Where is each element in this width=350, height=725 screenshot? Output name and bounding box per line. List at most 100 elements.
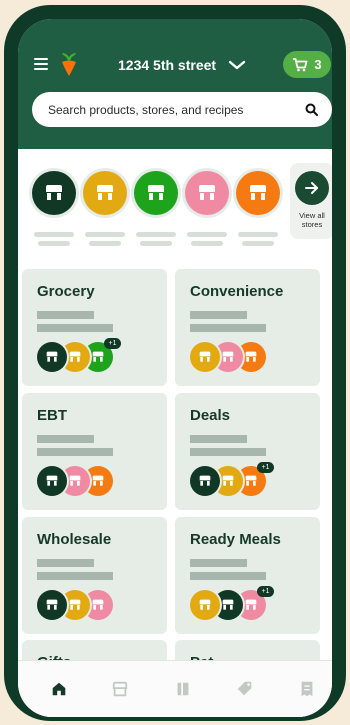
storefront-icon (245, 599, 257, 610)
cart-button[interactable]: 3 (283, 51, 331, 78)
menu-icon[interactable] (34, 58, 48, 70)
text-placeholder (190, 572, 266, 580)
text-placeholder (37, 559, 94, 567)
home-icon (52, 682, 66, 696)
category-title: EBT (37, 407, 67, 424)
text-placeholder (37, 324, 113, 332)
store-avatar[interactable] (32, 171, 76, 215)
store-avatar (37, 590, 67, 620)
storefront-icon (148, 185, 164, 200)
storefront-icon (222, 475, 234, 486)
text-placeholder (37, 448, 113, 456)
store-name-placeholder (187, 232, 227, 237)
store-eta-placeholder (38, 241, 70, 246)
store-avatar[interactable] (83, 171, 127, 215)
storefront-icon (46, 475, 58, 486)
store-name-placeholder (136, 232, 176, 237)
category-title: Deals (190, 407, 231, 424)
store-eta-placeholder (89, 241, 121, 246)
storefront-icon (199, 475, 211, 486)
carrot-logo-icon (58, 51, 80, 77)
store-avatar (190, 342, 220, 372)
cart-icon (293, 57, 308, 71)
storefront-icon (69, 599, 81, 610)
store-avatar (190, 590, 220, 620)
bottom-tab-bar (18, 660, 332, 717)
cart-count: 3 (314, 57, 322, 72)
header: 1234 5th street 3 Search products, store… (18, 19, 332, 149)
category-title: Wholesale (37, 531, 112, 548)
search-icon[interactable] (305, 103, 318, 116)
storefront-icon (245, 351, 257, 362)
view-all-stores-label: View all stores (299, 211, 325, 229)
more-stores-badge: +1 (257, 462, 274, 473)
storefront-icon (199, 185, 215, 200)
storefront-icon (46, 351, 58, 362)
tab-stores[interactable] (110, 679, 130, 699)
storefront-icon (69, 475, 81, 486)
text-placeholder (37, 311, 94, 319)
store-eta-placeholder (191, 241, 223, 246)
store-name-placeholder (85, 232, 125, 237)
category-card[interactable]: Deals +1 (175, 393, 320, 510)
search-placeholder: Search products, stores, and recipes (48, 102, 244, 117)
tab-home[interactable] (49, 679, 69, 699)
more-stores-badge: +1 (257, 586, 274, 597)
arrow-right-icon (305, 182, 318, 194)
category-grid: Grocery +1 Convenience EBT Deals +1 Wholesale R… (18, 249, 332, 717)
storefront-icon (97, 185, 113, 200)
tab-deals-tag[interactable] (235, 679, 255, 699)
store-avatar[interactable] (185, 171, 229, 215)
category-card[interactable]: Convenience (175, 269, 320, 386)
storefront-icon (46, 185, 62, 200)
view-all-stores-button[interactable]: View all stores (290, 163, 332, 239)
text-placeholder (190, 435, 247, 443)
tab-recipes-book[interactable] (173, 679, 193, 699)
storefront-icon (69, 351, 81, 362)
storefront-icon (92, 599, 104, 610)
store-avatar (190, 466, 220, 496)
storefront-icon (222, 351, 234, 362)
storefront-icon (199, 351, 211, 362)
text-placeholder (190, 324, 266, 332)
category-title: Ready Meals (190, 531, 281, 548)
orders-receipt-icon (301, 681, 313, 697)
phone-frame: 1234 5th street 3 Search products, store… (4, 5, 346, 721)
storefront-icon (92, 351, 104, 362)
store-name-placeholder (34, 232, 74, 237)
stores-icon (112, 681, 128, 697)
category-card[interactable]: Grocery +1 (22, 269, 167, 386)
app-screen: 1234 5th street 3 Search products, store… (18, 19, 332, 717)
tab-orders-receipt[interactable] (297, 679, 317, 699)
store-avatar[interactable] (134, 171, 178, 215)
storefront-icon (222, 599, 234, 610)
category-card[interactable]: Wholesale (22, 517, 167, 634)
storefront-icon (250, 185, 266, 200)
store-avatar (37, 342, 67, 372)
storefront-icon (92, 475, 104, 486)
text-placeholder (190, 559, 247, 567)
category-card[interactable]: Ready Meals +1 (175, 517, 320, 634)
address-label[interactable]: 1234 5th street (118, 57, 216, 73)
store-eta-placeholder (242, 241, 274, 246)
text-placeholder (37, 435, 94, 443)
text-placeholder (37, 572, 113, 580)
text-placeholder (190, 311, 247, 319)
store-name-placeholder (238, 232, 278, 237)
category-title: Convenience (190, 283, 284, 300)
store-carousel: View all stores (18, 149, 332, 249)
search-input[interactable]: Search products, stores, and recipes (32, 92, 332, 127)
store-avatar (37, 466, 67, 496)
recipes-book-icon (177, 682, 189, 696)
more-stores-badge: +1 (104, 338, 121, 349)
deals-tag-icon (237, 681, 252, 696)
storefront-icon (245, 475, 257, 486)
store-avatar[interactable] (236, 171, 280, 215)
chevron-down-icon[interactable] (228, 59, 246, 71)
category-title: Grocery (37, 283, 95, 300)
category-card[interactable]: EBT (22, 393, 167, 510)
text-placeholder (190, 448, 266, 456)
store-eta-placeholder (140, 241, 172, 246)
storefront-icon (199, 599, 211, 610)
storefront-icon (46, 599, 58, 610)
